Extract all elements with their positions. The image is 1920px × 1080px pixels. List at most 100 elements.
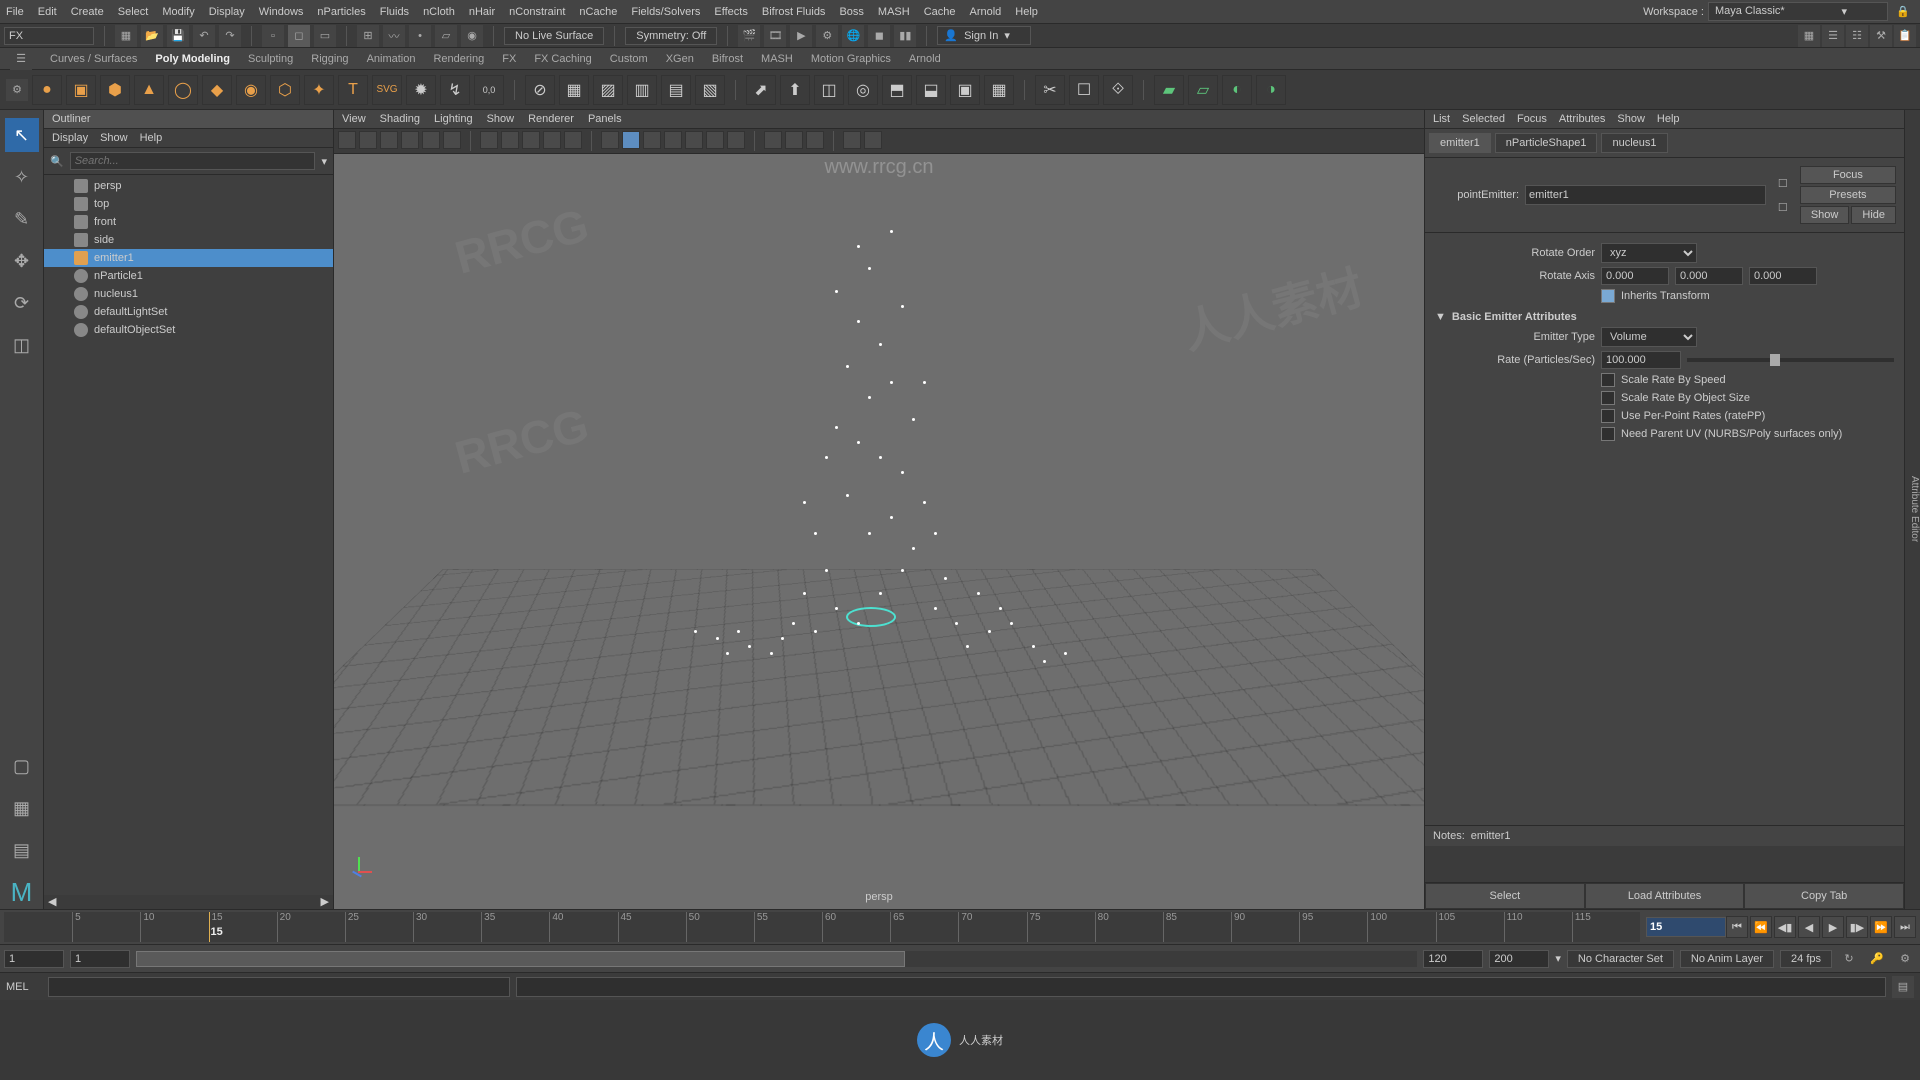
render-frame-icon[interactable]: 🎬 xyxy=(738,25,760,47)
menu-fields[interactable]: Fields/Solvers xyxy=(631,6,700,18)
vp-motion-blur-icon[interactable] xyxy=(727,131,745,149)
shelf-tab-curves[interactable]: Curves / Surfaces xyxy=(50,53,137,65)
panel-layout-icon[interactable]: ▦ xyxy=(1798,25,1820,47)
poly-plane-icon[interactable]: ◆ xyxy=(202,75,232,105)
auto-key-icon[interactable]: 🔑 xyxy=(1866,948,1888,970)
shelf-tab-motion[interactable]: Motion Graphics xyxy=(811,53,891,65)
platonic-icon[interactable]: ⬡ xyxy=(270,75,300,105)
viewport-3d[interactable]: www.rrcg.cn persp RRCG RRCG 人人素材 xyxy=(334,154,1424,909)
pause-icon[interactable]: ▮▮ xyxy=(894,25,916,47)
search-dropdown-icon[interactable]: ▾ xyxy=(321,155,327,168)
vp-wireframe-icon[interactable] xyxy=(601,131,619,149)
outliner-item-top[interactable]: top xyxy=(44,195,333,213)
outliner-menu-show[interactable]: Show xyxy=(100,132,128,144)
attr-tab-nparticleshape1[interactable]: nParticleShape1 xyxy=(1495,133,1598,153)
select-tool[interactable]: ↖ xyxy=(5,118,39,152)
vp-image-plane-icon[interactable] xyxy=(401,131,419,149)
poly-cube-icon[interactable]: ▣ xyxy=(66,75,96,105)
outliner-item-nucleus1[interactable]: nucleus1 xyxy=(44,285,333,303)
menu-fluids[interactable]: Fluids xyxy=(380,6,409,18)
vp-gate-mask-icon[interactable] xyxy=(543,131,561,149)
copy-tab-button[interactable]: Copy Tab xyxy=(1744,883,1904,909)
shelf-tab-arnold[interactable]: Arnold xyxy=(909,53,941,65)
lock-icon[interactable]: 🔒 xyxy=(1892,1,1914,23)
step-forward-button[interactable]: ▮▶ xyxy=(1846,916,1868,938)
undo-icon[interactable]: ↶ xyxy=(193,25,215,47)
anim-layer-select[interactable]: No Anim Layer xyxy=(1680,950,1774,968)
time-ruler[interactable]: 5101520253035404550556065707580859095100… xyxy=(4,912,1640,942)
presets-link-icon[interactable]: ☐ xyxy=(1772,196,1794,218)
move-tool[interactable]: ✥ xyxy=(5,244,39,278)
vp-isolate-icon[interactable] xyxy=(764,131,782,149)
remesh-icon[interactable]: ◑ xyxy=(1256,75,1286,105)
outliner-item-side[interactable]: side xyxy=(44,231,333,249)
current-frame-input[interactable] xyxy=(1646,917,1726,937)
shelf-tab-mash[interactable]: MASH xyxy=(761,53,793,65)
shelf-tab-rigging[interactable]: Rigging xyxy=(311,53,348,65)
boolean-icon[interactable]: ▥ xyxy=(627,75,657,105)
attr-menu-selected[interactable]: Selected xyxy=(1462,113,1505,125)
scale-tool[interactable]: ◫ xyxy=(5,328,39,362)
menu-ncloth[interactable]: nCloth xyxy=(423,6,455,18)
vp-menu-view[interactable]: View xyxy=(342,113,366,125)
menu-nparticles[interactable]: nParticles xyxy=(317,6,365,18)
multi-cut-icon[interactable]: ✂ xyxy=(1035,75,1065,105)
vp-menu-panels[interactable]: Panels xyxy=(588,113,622,125)
attr-tab-nucleus1[interactable]: nucleus1 xyxy=(1601,133,1667,153)
vp-shaded-icon[interactable] xyxy=(622,131,640,149)
attr-tab-emitter1[interactable]: emitter1 xyxy=(1429,133,1491,153)
workspace-select[interactable]: Maya Classic* xyxy=(1708,2,1888,21)
layout-two-icon[interactable]: ▤ xyxy=(5,833,39,867)
shelf-gear-icon[interactable]: ⚙ xyxy=(6,79,28,101)
shelf-tab-rendering[interactable]: Rendering xyxy=(433,53,484,65)
rate-slider[interactable] xyxy=(1770,354,1780,366)
vp-exposure-icon[interactable] xyxy=(843,131,861,149)
scale-rate-speed-checkbox[interactable] xyxy=(1601,373,1615,387)
menu-display[interactable]: Display xyxy=(209,6,245,18)
menu-arnold[interactable]: Arnold xyxy=(969,6,1001,18)
create-poly-icon[interactable]: ▱ xyxy=(1188,75,1218,105)
new-scene-icon[interactable]: ▦ xyxy=(115,25,137,47)
snap-plane-icon[interactable]: ▱ xyxy=(435,25,457,47)
vp-film-gate-icon[interactable] xyxy=(501,131,519,149)
paint-tool[interactable]: ✎ xyxy=(5,202,39,236)
menu-boss[interactable]: Boss xyxy=(839,6,863,18)
poly-sphere-icon[interactable]: ● xyxy=(32,75,62,105)
rotate-tool[interactable]: ⟳ xyxy=(5,286,39,320)
save-icon[interactable]: 💾 xyxy=(167,25,189,47)
outliner-menu-help[interactable]: Help xyxy=(140,132,163,144)
menu-select[interactable]: Select xyxy=(118,6,149,18)
vp-ao-icon[interactable] xyxy=(706,131,724,149)
snap-together-icon[interactable]: 0,0 xyxy=(474,75,504,105)
channel-box-icon[interactable]: ☰ xyxy=(1822,25,1844,47)
menu-cache[interactable]: Cache xyxy=(924,6,956,18)
vp-gamma-icon[interactable] xyxy=(864,131,882,149)
snap-grid-icon[interactable]: ⊞ xyxy=(357,25,379,47)
select-button[interactable]: Select xyxy=(1425,883,1585,909)
go-start-button[interactable]: ⏮ xyxy=(1726,916,1748,938)
shelf-tab-fxcaching[interactable]: FX Caching xyxy=(534,53,591,65)
vp-res-gate-icon[interactable] xyxy=(522,131,540,149)
connect-icon[interactable]: ⬓ xyxy=(916,75,946,105)
step-back-key-button[interactable]: ⏪ xyxy=(1750,916,1772,938)
separate-icon[interactable]: ▦ xyxy=(559,75,589,105)
loop-icon[interactable]: ↻ xyxy=(1838,948,1860,970)
notes-textarea[interactable] xyxy=(1425,846,1904,882)
menu-modify[interactable]: Modify xyxy=(162,6,194,18)
command-input[interactable] xyxy=(48,977,510,997)
menu-nhair[interactable]: nHair xyxy=(469,6,495,18)
anim-end-input[interactable] xyxy=(1489,950,1549,968)
render-globe-icon[interactable]: 🌐 xyxy=(842,25,864,47)
bevel-icon[interactable]: ◫ xyxy=(814,75,844,105)
redo-icon[interactable]: ↷ xyxy=(219,25,241,47)
shelf-tab-sculpting[interactable]: Sculpting xyxy=(248,53,293,65)
play-back-button[interactable]: ◀ xyxy=(1798,916,1820,938)
lasso-tool[interactable]: ✧ xyxy=(5,160,39,194)
quad-draw-icon[interactable]: ▰ xyxy=(1154,75,1184,105)
menu-effects[interactable]: Effects xyxy=(714,6,747,18)
layout-four-icon[interactable]: ▦ xyxy=(5,791,39,825)
step-forward-key-button[interactable]: ⏩ xyxy=(1870,916,1892,938)
menu-edit[interactable]: Edit xyxy=(38,6,57,18)
fps-select[interactable]: 24 fps xyxy=(1780,950,1832,968)
render-seq-icon[interactable]: 🎞 xyxy=(764,25,786,47)
